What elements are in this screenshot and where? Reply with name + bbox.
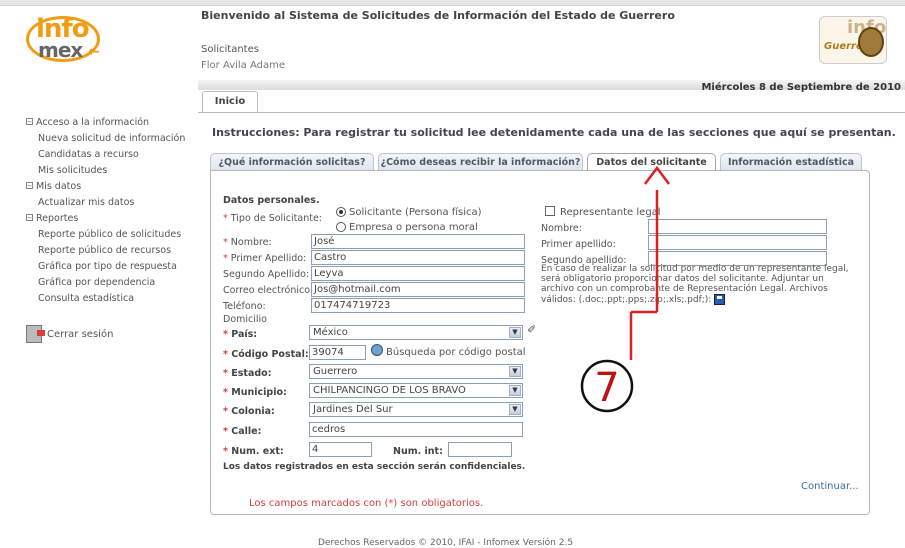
- instructions-text: Instrucciones: Para registrar tu solicit…: [212, 126, 896, 139]
- segundo-apellido-label: Segundo Apellido:: [223, 269, 310, 280]
- footer: Derechos Reservados © 2010, IFAI - Infom…: [318, 538, 574, 548]
- primer-apellido-field[interactable]: Castro: [311, 250, 525, 265]
- page-title: Bienvenido al Sistema de Solicitudes de …: [201, 9, 675, 22]
- sidebar-section-reportes[interactable]: − Reportes: [26, 211, 194, 227]
- form-panel: Datos personales. * Tipo de Solicitante:…: [210, 170, 870, 515]
- collapse-icon: −: [26, 118, 33, 125]
- rep-nombre-field[interactable]: [648, 219, 827, 234]
- guerrero-logo: info Guerrero: [819, 16, 887, 64]
- logout-link[interactable]: Cerrar sesión: [26, 325, 113, 343]
- collapse-icon: −: [26, 214, 33, 221]
- logo-arrow-icon: ←: [88, 44, 100, 60]
- radio-persona-fisica-label: Solicitante (Persona física): [349, 207, 482, 218]
- tab-informacion-estadistica[interactable]: Información estadística: [720, 153, 862, 171]
- representante-note: En caso de realizar la solicitud por med…: [541, 264, 849, 305]
- radio-persona-moral[interactable]: [336, 222, 346, 232]
- colonia-label: * Colonia:: [223, 406, 275, 417]
- sidebar-item-grafica-tipo[interactable]: Gráfica por tipo de respuesta: [26, 259, 194, 275]
- correo-label: Correo electrónico:: [223, 285, 314, 296]
- sidebar-section-acceso[interactable]: − Acceso a la información: [26, 115, 194, 131]
- domicilio-label: Domicilio: [223, 314, 267, 325]
- sidebar-item-consulta-estadistica[interactable]: Consulta estadística: [26, 291, 194, 307]
- sidebar-item-reporte-solicitudes[interactable]: Reporte público de solicitudes: [26, 227, 194, 243]
- estado-select[interactable]: Guerrero ▼: [309, 364, 523, 379]
- user-role: Solicitantes: [201, 44, 259, 55]
- num-ext-label: * Num. ext:: [223, 446, 284, 457]
- pais-select[interactable]: México ▼: [309, 325, 523, 340]
- tab-como-recibir[interactable]: ¿Cómo deseas recibir la información?: [378, 153, 583, 171]
- num-ext-field[interactable]: 4: [309, 442, 372, 457]
- codigo-postal-field[interactable]: 39074: [309, 345, 366, 360]
- required-note: Los campos marcados con (*) son obligato…: [249, 498, 484, 509]
- form-tabs: ¿Qué información solicitas? ¿Cómo deseas…: [210, 153, 870, 172]
- sidebar: − Acceso a la información Nueva solicitud…: [26, 115, 194, 307]
- nombre-field[interactable]: José: [311, 234, 525, 249]
- representante-checkbox[interactable]: [545, 206, 555, 216]
- calle-field[interactable]: cedros: [309, 422, 523, 437]
- section-title: Datos personales.: [223, 195, 320, 206]
- infomex-logo: info mex ←: [26, 14, 122, 64]
- rep-primer-apellido-label: Primer apellido:: [541, 239, 616, 250]
- primer-apellido-label: * Primer Apellido:: [223, 253, 307, 264]
- top-border: [0, 0, 905, 6]
- chevron-down-icon: ▼: [509, 404, 521, 415]
- correo-field[interactable]: Jos@hotmail.com: [311, 282, 525, 297]
- nombre-label: * Nombre:: [223, 237, 272, 248]
- sidebar-item-actualizar-datos[interactable]: Actualizar mis datos: [26, 195, 194, 211]
- chevron-down-icon: ▼: [509, 385, 521, 396]
- num-int-label: Num. int:: [393, 446, 443, 457]
- tipo-solicitante-label: * Tipo de Solicitante:: [223, 213, 323, 224]
- sidebar-section-mis-datos[interactable]: − Mis datos: [26, 179, 194, 195]
- estado-label: * Estado:: [223, 368, 272, 379]
- rep-nombre-label: Nombre:: [541, 223, 582, 234]
- radio-persona-fisica[interactable]: [336, 207, 346, 217]
- sidebar-item-reporte-recursos[interactable]: Reporte público de recursos: [26, 243, 194, 259]
- seal-icon: [858, 27, 884, 57]
- save-icon[interactable]: [714, 294, 726, 305]
- calle-label: * Calle:: [223, 426, 262, 437]
- representante-label: Representante legal: [560, 207, 661, 218]
- logo-mex-text: mex: [38, 38, 83, 62]
- municipio-label: * Municipio:: [223, 387, 287, 398]
- user-name: Flor Avila Adame: [201, 60, 286, 71]
- current-date: Miércoles 8 de Septiembre de 2010: [701, 82, 901, 93]
- codigo-postal-label: * Código Postal:: [223, 349, 309, 360]
- collapse-icon: −: [26, 182, 33, 189]
- tab-que-informacion[interactable]: ¿Qué información solicitas?: [210, 153, 374, 171]
- sidebar-item-nueva-solicitud[interactable]: Nueva solicitud de información: [26, 131, 194, 147]
- eraser-icon[interactable]: ✐: [527, 323, 536, 336]
- colonia-select[interactable]: Jardines Del Sur ▼: [309, 402, 523, 417]
- sidebar-item-grafica-dependencia[interactable]: Gráfica por dependencia: [26, 275, 194, 291]
- confidential-note: Los datos registrados en esta sección se…: [223, 462, 526, 472]
- chevron-down-icon: ▼: [509, 327, 521, 338]
- tab-inicio[interactable]: Inicio: [202, 91, 258, 113]
- sidebar-item-mis-solicitudes[interactable]: Mis solicitudes: [26, 163, 194, 179]
- search-icon[interactable]: [371, 344, 383, 356]
- sidebar-item-candidatas[interactable]: Candidatas a recurso: [26, 147, 194, 163]
- pais-label: * País:: [223, 329, 258, 340]
- busqueda-cp-link[interactable]: Búsqueda por código postal: [386, 347, 526, 358]
- radio-persona-moral-label: Empresa o persona moral: [349, 222, 478, 233]
- logout-icon: [26, 325, 45, 343]
- municipio-select[interactable]: CHILPANCINGO DE LOS BRAVO ▼: [309, 383, 523, 398]
- telefono-field[interactable]: 017474719723: [311, 298, 525, 313]
- rep-primer-apellido-field[interactable]: [648, 235, 827, 250]
- divider: [198, 112, 905, 113]
- segundo-apellido-field[interactable]: Leyva: [311, 266, 525, 281]
- num-int-field[interactable]: [448, 442, 512, 457]
- telefono-label: Teléfono:: [223, 301, 266, 312]
- continue-link[interactable]: Continuar...: [801, 481, 859, 492]
- chevron-down-icon: ▼: [509, 366, 521, 377]
